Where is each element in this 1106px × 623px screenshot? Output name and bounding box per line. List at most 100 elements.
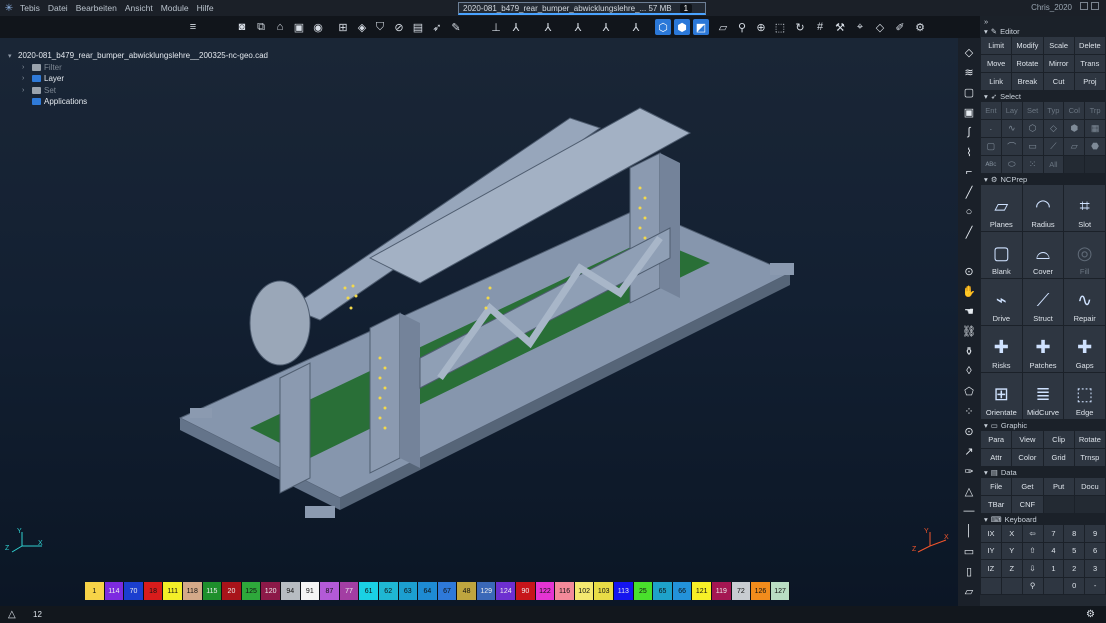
color-swatch-119[interactable]: 119 <box>712 582 732 600</box>
cube-outline-icon[interactable]: ▱ <box>715 19 731 35</box>
color-swatch-127[interactable]: 127 <box>770 582 791 600</box>
key-6[interactable]: IY <box>981 542 1001 559</box>
editor-header[interactable]: ▾ ✎ Editor <box>980 26 1106 36</box>
axis-iso5-icon[interactable]: ⅄ <box>628 19 644 35</box>
graphic-trnsp-button[interactable]: Trnsp <box>1074 449 1105 466</box>
key-9[interactable]: 4 <box>1043 542 1064 559</box>
wrench-icon[interactable]: ⚒ <box>832 19 848 35</box>
select-col-button[interactable]: Col <box>1064 102 1085 119</box>
color-swatch-1[interactable]: 1 <box>85 582 105 600</box>
editor-cut-button[interactable]: Cut <box>1043 73 1074 90</box>
select-ent-button[interactable]: Ent <box>981 102 1001 119</box>
key-5[interactable]: 9 <box>1085 525 1105 542</box>
axis-iso2-icon[interactable]: ⅄ <box>540 19 556 35</box>
key-13[interactable]: Z <box>1001 560 1022 577</box>
key-19[interactable] <box>1001 577 1022 594</box>
ncprep-struct-button[interactable]: ⟋ Struct <box>1022 279 1064 325</box>
circle-icon[interactable]: ○ <box>961 204 977 220</box>
color-swatch-48[interactable]: 48 <box>457 582 477 600</box>
select-typ-button[interactable]: Typ <box>1043 102 1064 119</box>
path-icon[interactable]: ⌇ <box>961 144 977 160</box>
expand-icon[interactable]: › <box>22 75 32 82</box>
surface-icon[interactable]: ◇ <box>961 44 977 60</box>
editor-move-button[interactable]: Move <box>981 55 1012 72</box>
needle-icon[interactable]: ✑ <box>961 463 977 479</box>
target-icon[interactable]: ⊙ <box>961 423 977 439</box>
3d-viewport[interactable]: ▾ 2020-081_b479_rear_bumper_abwicklungsl… <box>0 38 958 606</box>
color-swatch-72[interactable]: 72 <box>731 582 752 600</box>
slash-icon[interactable]: ╱ <box>961 224 977 240</box>
color-swatch-120[interactable]: 120 <box>261 582 281 600</box>
key-15[interactable]: 1 <box>1043 560 1064 577</box>
key-20[interactable]: ⚲ <box>1022 577 1043 594</box>
color-swatch-65[interactable]: 65 <box>653 582 673 600</box>
key-7[interactable]: Y <box>1001 542 1022 559</box>
key-21[interactable] <box>1043 577 1064 594</box>
editor-mirror-button[interactable]: Mirror <box>1043 55 1074 72</box>
color-swatch-116[interactable]: 116 <box>555 582 575 600</box>
graphic-grid-button[interactable]: Grid <box>1043 449 1074 466</box>
key-3[interactable]: 7 <box>1043 525 1064 542</box>
graphic-header[interactable]: ▾ ▭ Graphic <box>980 420 1106 430</box>
editor-limit-button[interactable]: Limit <box>981 37 1012 54</box>
solid-select-icon[interactable]: ⬢ <box>1064 120 1085 137</box>
color-swatch-126[interactable]: 126 <box>751 582 771 600</box>
key-0[interactable]: IX <box>981 525 1001 542</box>
key-8[interactable]: ⇧ <box>1022 542 1043 559</box>
eye-icon[interactable]: ◉ <box>310 19 326 35</box>
color-swatch-70[interactable]: 70 <box>124 582 144 600</box>
tebis-logo-icon[interactable]: ✳ <box>2 1 16 15</box>
ncprep-fill-button[interactable]: ◎ Fill <box>1064 232 1105 278</box>
face-icon[interactable]: ⬠ <box>961 383 977 399</box>
menu-bearbeiten[interactable]: Bearbeiten <box>72 0 121 16</box>
solid-icon[interactable]: ▣ <box>961 104 977 120</box>
curve-select-icon[interactable]: ∿ <box>1001 120 1022 137</box>
key-11[interactable]: 6 <box>1085 542 1105 559</box>
keyboard-header[interactable]: ▾ ⌨ Keyboard <box>980 514 1106 524</box>
color-swatch-87[interactable]: 87 <box>320 582 340 600</box>
color-swatch-129[interactable]: 129 <box>476 582 497 600</box>
graphic-attr-button[interactable]: Attr <box>981 449 1012 466</box>
arrow-icon[interactable]: ↗ <box>961 443 977 459</box>
ncprep-orientate-button[interactable]: ⊞ Orientate <box>981 373 1022 419</box>
color-swatch-90[interactable]: 90 <box>516 582 536 600</box>
color-swatch-111[interactable]: 111 <box>163 582 183 600</box>
color-swatch-115[interactable]: 115 <box>202 582 223 600</box>
data-get-button[interactable]: Get <box>1012 478 1043 495</box>
hatch-icon[interactable]: # <box>812 19 828 35</box>
key-12[interactable]: IZ <box>981 560 1001 577</box>
pencil-icon[interactable]: ✐ <box>892 19 908 35</box>
layers-icon[interactable]: ≋ <box>961 64 977 80</box>
ncprep-radius-button[interactable]: ◠ Radius <box>1022 185 1064 231</box>
point-select-icon[interactable]: · <box>981 120 1001 137</box>
curve-icon[interactable]: ∫ <box>961 124 977 140</box>
link-icon[interactable]: ⛓ <box>961 323 977 339</box>
edge-select-icon[interactable]: ⟋ <box>1043 138 1064 155</box>
minimize-icon[interactable] <box>1080 2 1088 10</box>
tools-icon[interactable]: ⚙ <box>912 19 928 35</box>
view-wire-icon[interactable]: ⬢ <box>674 19 690 35</box>
color-swatch-67[interactable]: 67 <box>437 582 458 600</box>
triangle-icon[interactable]: △ <box>961 483 977 499</box>
key-22[interactable]: 0 <box>1064 577 1085 594</box>
mesh-select-icon[interactable]: ▦ <box>1085 120 1105 137</box>
graphic-rotate-button[interactable]: Rotate <box>1074 431 1105 448</box>
data-header[interactable]: ▾ ▤ Data <box>980 467 1106 477</box>
group-select-icon[interactable]: ⬭ <box>1001 156 1022 173</box>
editor-scale-button[interactable]: Scale <box>1043 37 1074 54</box>
color-swatch-62[interactable]: 62 <box>378 582 399 600</box>
editor-trans-button[interactable]: Trans <box>1074 55 1105 72</box>
mesh-icon[interactable]: ◇ <box>872 19 888 35</box>
vertex-icon[interactable]: ⌖ <box>852 19 868 35</box>
editor-delete-button[interactable]: Delete <box>1074 37 1105 54</box>
shield-icon[interactable]: ⛉ <box>372 19 388 35</box>
layer-icon[interactable]: ◈ <box>354 19 370 35</box>
ncprep-drive-button[interactable]: ⌁ Drive <box>981 279 1022 325</box>
corner-icon[interactable]: ⌐ <box>961 164 977 180</box>
face-select-icon[interactable]: ◇ <box>1043 120 1064 137</box>
view-hidden-icon[interactable]: ◩ <box>693 19 709 35</box>
ncprep-planes-button[interactable]: ▱ Planes <box>981 185 1022 231</box>
color-swatch-102[interactable]: 102 <box>574 582 595 600</box>
graphic-view-button[interactable]: View <box>1012 431 1043 448</box>
frame-select-icon[interactable]: ▢ <box>981 138 1001 155</box>
